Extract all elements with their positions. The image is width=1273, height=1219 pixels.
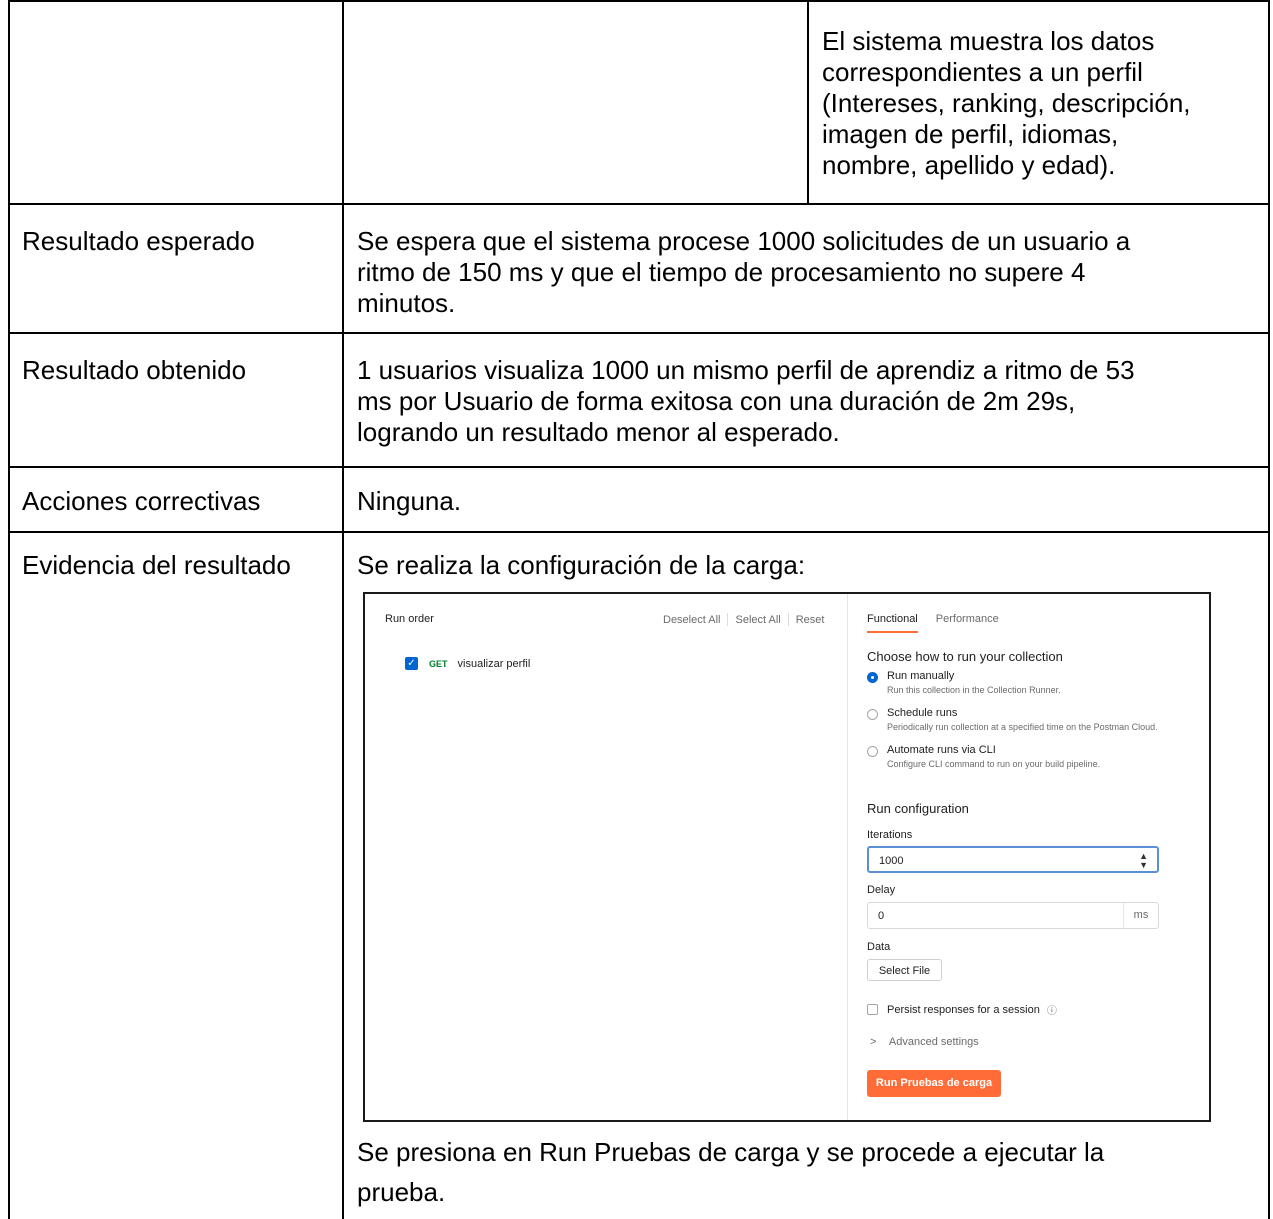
option-description: Run this collection in the Collection Ru… <box>887 685 1061 695</box>
table-row-divider <box>8 332 1270 334</box>
option-title: Schedule runs <box>887 707 958 719</box>
row-label-evidence: Evidencia del resultado <box>22 550 291 580</box>
option-title: Run manually <box>887 670 955 682</box>
iterations-input[interactable]: 1000 ▲ ▼ <box>867 846 1159 873</box>
deselect-all-button[interactable]: Deselect All <box>663 614 720 626</box>
http-method-badge: GET <box>429 658 448 669</box>
option-description: Periodically run collection at a specifi… <box>887 722 1158 732</box>
checkbox-icon[interactable] <box>867 1004 878 1015</box>
option-schedule-runs[interactable]: Schedule runs Periodically run collectio… <box>867 707 1158 732</box>
data-label: Data <box>867 941 891 953</box>
separator <box>727 613 729 626</box>
row-label-corrective: Acciones correctivas <box>22 486 261 516</box>
radio-icon[interactable] <box>867 746 878 757</box>
table-row-divider <box>8 466 1270 468</box>
request-item[interactable]: ✓ GET visualizar perfil <box>405 657 530 670</box>
select-file-button[interactable]: Select File <box>867 959 942 981</box>
row1-description: El sistema muestra los datos correspondi… <box>822 26 1191 180</box>
persist-label: Persist responses for a session <box>887 1003 1040 1016</box>
radio-selected-icon[interactable] <box>867 672 878 683</box>
table-border-top <box>8 0 1270 2</box>
collection-runner-screenshot: Run order Deselect All Select All Reset … <box>363 592 1211 1122</box>
table-row-divider <box>8 531 1270 533</box>
delay-unit: ms <box>1123 903 1158 928</box>
delay-value: 0 <box>878 910 885 922</box>
run-collection-button[interactable]: Run Pruebas de carga <box>867 1070 1001 1097</box>
evidence-outro-text: Se presiona en Run Pruebas de carga y se… <box>357 1137 1105 1207</box>
option-run-manually[interactable]: Run manually Run this collection in the … <box>867 670 1061 695</box>
info-icon[interactable]: ⓘ <box>1047 1002 1057 1017</box>
chevron-right-icon: > <box>870 1036 877 1048</box>
obtained-result-text: 1 usuarios visualiza 1000 un mismo perfi… <box>357 355 1135 447</box>
separator <box>787 613 789 626</box>
row-label-obtained: Resultado obtenido <box>22 355 247 385</box>
run-order-actions: Deselect All Select All Reset <box>663 613 824 626</box>
advanced-settings-label: Advanced settings <box>888 1036 979 1048</box>
delay-input[interactable]: 0 ms <box>867 902 1159 929</box>
table-row-divider <box>8 203 1270 205</box>
run-order-title: Run order <box>385 613 434 625</box>
evidence-intro-text: Se realiza la configuración de la carga: <box>357 550 806 580</box>
delay-label: Delay <box>867 884 896 896</box>
run-order-pane: Run order Deselect All Select All Reset … <box>365 594 847 1120</box>
run-settings-pane: Functional Performance Choose how to run… <box>848 594 1209 1120</box>
select-all-button[interactable]: Select All <box>735 614 780 626</box>
table-column-divider <box>342 0 344 1219</box>
iterations-label: Iterations <box>867 829 913 841</box>
table-column-divider <box>807 0 809 204</box>
run-mode-tabs: Functional Performance <box>867 613 1017 633</box>
table-border-right <box>1268 0 1270 1219</box>
run-configuration-heading: Run configuration <box>867 801 969 816</box>
option-description: Configure CLI command to run on your bui… <box>887 759 1101 769</box>
radio-icon[interactable] <box>867 709 878 720</box>
iterations-value: 1000 <box>879 855 904 867</box>
checkbox-checked-icon[interactable]: ✓ <box>405 657 418 670</box>
row-label-expected: Resultado esperado <box>22 226 255 256</box>
tab-performance[interactable]: Performance <box>936 613 999 633</box>
option-title: Automate runs via CLI <box>887 744 996 756</box>
persist-responses-option[interactable]: Persist responses for a session ⓘ <box>867 1002 1057 1017</box>
stepper-icon[interactable]: ▲ ▼ <box>1139 852 1148 870</box>
corrective-actions-text: Ninguna. <box>357 486 462 516</box>
advanced-settings-toggle[interactable]: > Advanced settings <box>870 1036 979 1048</box>
choose-run-heading: Choose how to run your collection <box>867 649 1063 664</box>
option-automate-cli[interactable]: Automate runs via CLI Configure CLI comm… <box>867 744 1100 769</box>
reset-button[interactable]: Reset <box>796 614 825 626</box>
expected-result-text: Se espera que el sistema procese 1000 so… <box>357 226 1131 318</box>
request-name: visualizar perfil <box>457 657 531 670</box>
table-border-left <box>8 0 10 1219</box>
tab-functional[interactable]: Functional <box>867 613 918 633</box>
